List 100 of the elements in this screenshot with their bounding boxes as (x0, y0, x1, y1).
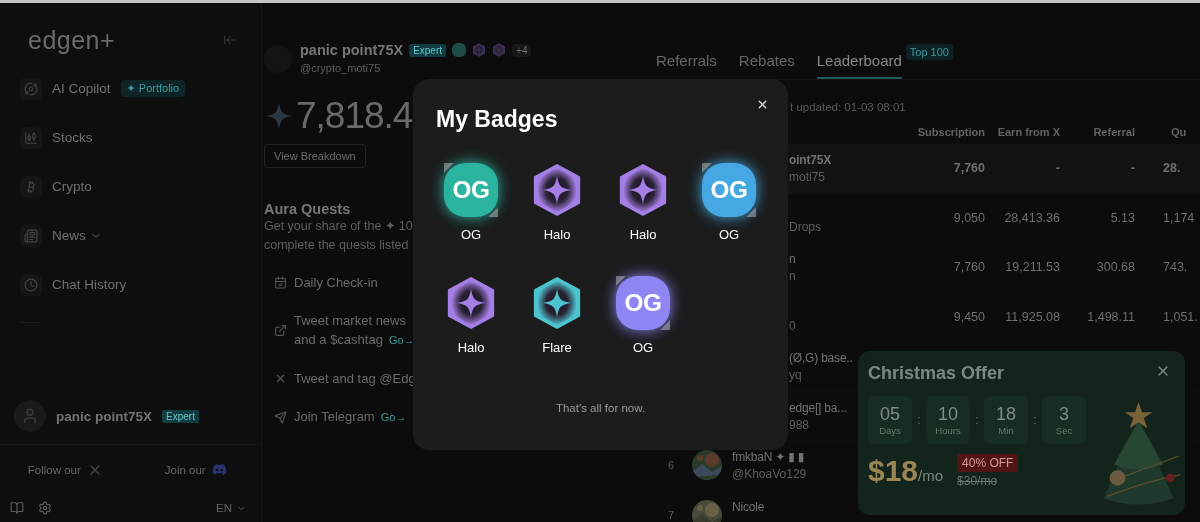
table-cell-text: 9,450 (952, 309, 985, 324)
profile-handle: @crypto_moti75 (300, 62, 381, 74)
tab[interactable]: Leaderboard (816, 52, 902, 79)
og-badge: OG (616, 276, 670, 330)
nav-item[interactable]: News (52, 228, 86, 243)
external-link-icon (274, 324, 287, 337)
table-cell-text: - (1054, 161, 1060, 176)
badge-label: Halo (457, 340, 485, 356)
column-header: Earn from X (996, 126, 1060, 138)
bitcoin-icon[interactable] (20, 175, 42, 198)
dialog-title: My Badges (435, 105, 559, 133)
discount-tag: 40% OFF (957, 454, 1019, 472)
countdown-box: 3 Sec (1042, 396, 1086, 444)
table-cell-text: 11,925.08 (1004, 309, 1060, 324)
nav-item[interactable]: AI Copilot (52, 81, 111, 96)
column-header: Subscription (916, 126, 985, 138)
time-separator: : (916, 413, 922, 427)
profile-name: panic point75X (300, 42, 404, 58)
nav-item[interactable]: Stocks (52, 130, 93, 145)
badge-label: OG (718, 227, 740, 243)
user-name: n (789, 251, 796, 269)
last-updated: t updated: 01-03 08:01 (790, 101, 906, 115)
tier-badge: Expert (162, 409, 199, 423)
user-name: oint75X (789, 152, 831, 170)
table-cell-text: 28,413.36 (1003, 210, 1060, 225)
clock-icon[interactable] (20, 273, 42, 296)
badge-label: Halo (543, 227, 571, 243)
hexagon-star-icon (472, 43, 487, 57)
table-cell-text: 5.13 (1109, 210, 1135, 225)
table-cell-text: - (1129, 161, 1135, 176)
gear-icon[interactable] (38, 501, 52, 515)
offer-price: $18 (868, 454, 919, 488)
badge-label: Flare (542, 340, 572, 356)
badge-label: OG (460, 227, 482, 243)
countdown-box: 18 Min (984, 396, 1028, 444)
user-handle: 988 (789, 416, 810, 433)
nav-item[interactable]: Crypto (52, 179, 92, 194)
time-separator: : (974, 413, 980, 427)
user-handle: yq (789, 367, 802, 384)
tab[interactable]: Rebates (738, 52, 795, 79)
join-link[interactable]: Join our (164, 463, 206, 476)
nav-item[interactable]: Chat History (52, 277, 127, 292)
points-total: 7,818.4 (296, 95, 413, 137)
user-name: (Ø,G) base.. (789, 350, 853, 368)
table-cell-text: 19,211.53 (1004, 260, 1060, 275)
table-cell-text: 28. (1162, 161, 1182, 176)
tab[interactable]: Referrals (656, 52, 717, 79)
candlestick-icon[interactable] (20, 126, 42, 149)
discord-icon[interactable] (211, 462, 227, 477)
orbit-icon[interactable] (20, 77, 42, 100)
table-cell-text: 1,051. (1162, 309, 1199, 324)
table-cell-text: 7,760 (952, 260, 985, 275)
top-tag: Top 100 (905, 44, 953, 60)
language-selector[interactable]: EN (216, 502, 232, 514)
og-badge: OG (702, 163, 756, 217)
table-cell-text: 9,050 (952, 210, 985, 225)
table-cell-text: 743. (1162, 260, 1189, 275)
old-price: $30/mo (957, 474, 999, 488)
user-handle: Drops (789, 218, 821, 235)
user-name: fmkbaN ✦ ▮ ▮ (732, 449, 805, 467)
view-breakdown-button[interactable]: View Breakdown (264, 144, 366, 168)
table-cell-text: 1,498.11 (1086, 309, 1135, 324)
user-handle: @KhoaVo129 (732, 466, 807, 483)
section-title: Aura Quests (264, 201, 352, 217)
collapse-icon[interactable] (223, 33, 237, 47)
quest-text: Tweet market news (294, 312, 406, 330)
table-cell-text: 1,174 (1162, 210, 1196, 225)
portfolio-badge[interactable]: ✦ Portfolio (120, 80, 186, 97)
tier-badge: Expert (409, 43, 447, 57)
time-separator: : (1032, 413, 1038, 427)
rank-number: 6 (668, 459, 676, 472)
quest-description: complete the quests listed (264, 237, 409, 254)
countdown-box: 10 Hours (926, 396, 970, 444)
go-link[interactable]: Go→ (380, 408, 407, 427)
quest-text: Daily Check-in (294, 274, 378, 292)
follow-link[interactable]: Follow our (27, 463, 81, 476)
calendar-icon (274, 276, 287, 289)
dialog-footer-text: That's all for now. (554, 402, 647, 414)
book-icon[interactable] (10, 501, 24, 515)
quest-text: Join Telegram (294, 408, 375, 426)
og-badge: OG (444, 163, 498, 217)
badge-label: Halo (629, 227, 657, 243)
user-handle: n (789, 268, 796, 285)
user-name: Nicole (732, 498, 765, 516)
quest-text: and a $cashtag (294, 331, 383, 349)
user-handle: moti75 (789, 169, 826, 186)
table-cell-text: 300.68 (1095, 260, 1135, 275)
newspaper-icon[interactable] (20, 224, 42, 247)
go-link[interactable]: Go→ (388, 331, 415, 350)
user-name: edge[] ba... (789, 399, 847, 417)
user-name: panic point75X (56, 408, 153, 424)
logo: edgen+ (28, 25, 116, 55)
countdown-box: 05 Days (868, 396, 912, 444)
user-handle: 0 (789, 317, 796, 334)
rank-number: 7 (668, 508, 676, 521)
quest-description: Get your share of the ✦ 10 (264, 218, 413, 235)
more-badges-count[interactable]: +4 (512, 43, 532, 57)
price-period: /mo (918, 467, 944, 484)
user-avatar-icon[interactable] (14, 400, 46, 432)
paper-plane-icon (274, 410, 287, 424)
